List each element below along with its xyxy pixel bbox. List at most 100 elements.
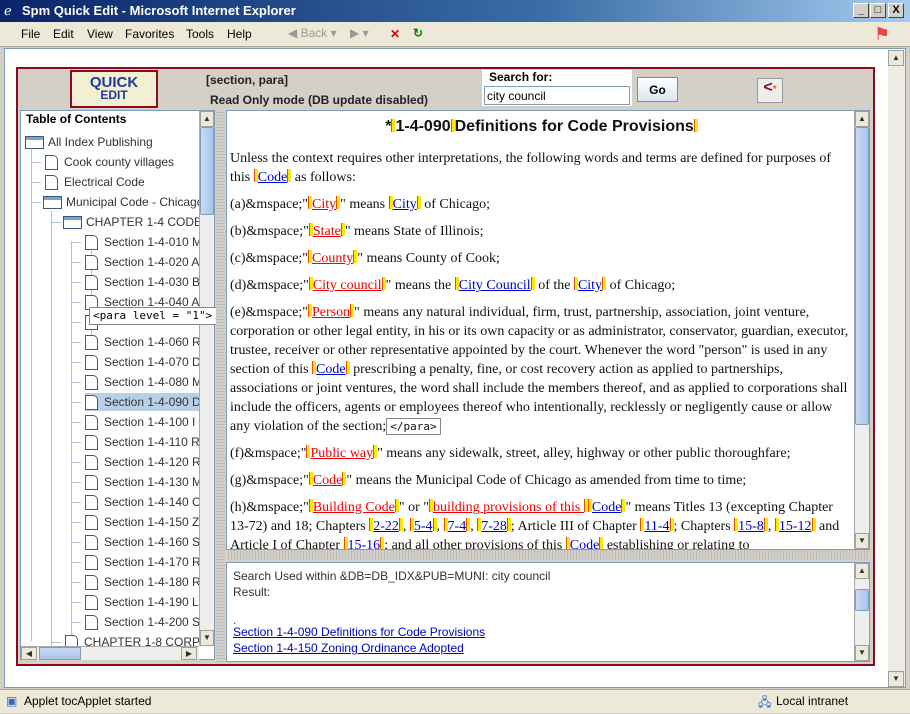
code-reference-link[interactable]: 7-28 (481, 519, 507, 534)
toc-item[interactable]: Section 1-4-030 B (85, 273, 199, 291)
scroll-thumb[interactable] (200, 127, 214, 215)
refresh-icon[interactable]: ↻ (413, 26, 423, 40)
toc-item[interactable]: Section 1-4-020 A (85, 253, 199, 271)
scroll-up-icon[interactable]: ▲ (888, 50, 904, 66)
code-reference-link[interactable]: City Council (459, 278, 531, 293)
toc-item-label: Section 1-4-120 R (104, 455, 199, 469)
scroll-thumb[interactable] (855, 127, 869, 425)
toc-item[interactable]: Section 1-4-110 R (85, 433, 199, 451)
scroll-left-icon[interactable]: ◀ (21, 647, 37, 660)
menu-tools[interactable]: Tools (186, 27, 214, 41)
scroll-down-icon[interactable]: ▼ (200, 630, 214, 646)
toc-item[interactable]: Section 1-4-070 D (85, 353, 199, 371)
vertical-splitter[interactable] (216, 110, 225, 662)
document-pane[interactable]: * 1-4-090 Definitions for Code Provisions … (226, 110, 870, 550)
return-icon[interactable]: <* (757, 78, 783, 103)
toc-item[interactable]: Section 1-4-120 R (85, 453, 199, 471)
code-reference-link[interactable]: Code (258, 170, 288, 185)
forward-button[interactable]: ▶ ▾ (350, 26, 369, 40)
document-icon (45, 155, 58, 171)
code-reference-link[interactable]: Code (592, 500, 622, 515)
scroll-right-icon[interactable]: ▶ (181, 647, 197, 660)
scroll-up-icon[interactable]: ▲ (855, 111, 869, 127)
toc-item-label: Section 1-4-110 R (104, 435, 199, 449)
toc-item-label: Section 1-4-200 S (104, 615, 199, 629)
menu-favorites[interactable]: Favorites (125, 27, 174, 41)
menu-view[interactable]: View (87, 27, 113, 41)
horizontal-splitter[interactable] (226, 550, 870, 560)
scroll-down-icon[interactable]: ▼ (855, 645, 869, 661)
document-icon (85, 435, 98, 451)
code-reference-link[interactable]: 7-4 (448, 519, 467, 534)
section-heading: Definitions for Code Provisions (454, 118, 694, 135)
toc-item[interactable]: Section 1-4-130 M (85, 473, 199, 491)
scroll-thumb[interactable] (39, 647, 81, 660)
defined-term: City council (312, 278, 382, 293)
document-icon (85, 355, 98, 371)
toc-item-label: Section 1-4-080 M (104, 375, 199, 389)
text: (c)&mspace;" (230, 251, 309, 266)
code-reference-link[interactable]: 2-22 (373, 519, 399, 534)
result-link[interactable]: Section 1-4-090 Definitions for Code Pro… (233, 624, 863, 640)
toc-title: Table of Contents (24, 112, 129, 126)
code-reference-link[interactable]: City (393, 197, 417, 212)
code-reference-link[interactable]: 15-12 (779, 519, 812, 534)
text: " means (340, 197, 389, 212)
toc-item[interactable]: CHAPTER 1-8 CORP (65, 633, 199, 646)
code-reference-link[interactable]: City (578, 278, 602, 293)
scroll-up-icon[interactable]: ▲ (200, 111, 214, 127)
toc-horizontal-scrollbar[interactable]: ◀ ▶ (21, 646, 199, 660)
toc-tree: All Index Publishing Cook county villages… (21, 111, 199, 646)
toc-item[interactable]: Section 1-4-200 S (85, 613, 199, 631)
stop-icon[interactable]: ✕ (390, 27, 400, 41)
toc-item[interactable]: Section 1-4-090 D (85, 393, 199, 411)
toc-item[interactable]: Municipal Code - Chicago (43, 193, 199, 211)
menu-help[interactable]: Help (227, 27, 252, 41)
toc-item[interactable]: CHAPTER 1-4 CODE (63, 213, 199, 231)
toc-vertical-scrollbar[interactable]: ▲ ▼ (199, 111, 214, 646)
defined-term: Building Code (312, 500, 395, 515)
back-button[interactable]: ◀ Back ▾ (288, 26, 337, 40)
toc-item[interactable]: Section 1-4-010 M (85, 233, 199, 251)
minimize-button[interactable]: _ (853, 3, 869, 18)
definition-paragraph: (h)&mspace;" Building Code " or " building … (230, 498, 853, 549)
toc-item-label: CHAPTER 1-8 CORP (84, 635, 199, 646)
menu-edit[interactable]: Edit (53, 27, 74, 41)
toc-item[interactable]: Section 1-4-150 Z (85, 513, 199, 531)
code-reference-link[interactable]: 11-4 (644, 519, 669, 534)
go-button[interactable]: Go (637, 77, 678, 102)
search-input[interactable] (484, 86, 630, 105)
document-icon (85, 395, 98, 411)
text: (f)&mspace;" (230, 446, 307, 461)
section-number: 1-4-090 (395, 118, 451, 135)
maximize-button[interactable]: □ (870, 3, 886, 18)
toc-item[interactable]: Section 1-4-190 L (85, 593, 199, 611)
text: (g)&mspace;" (230, 473, 309, 488)
code-reference-link[interactable]: Code (570, 538, 600, 549)
code-reference-link[interactable]: Code (316, 362, 346, 377)
page-scrollbar[interactable]: ▲ ▼ (888, 50, 905, 687)
end-para-tag: </para> (386, 418, 441, 435)
toc-item[interactable]: Electrical Code (45, 173, 145, 191)
scroll-up-icon[interactable]: ▲ (855, 563, 869, 579)
toc-item[interactable]: Section 1-4-180 R (85, 573, 199, 591)
result-link[interactable]: Section 1-4-150 Zoning Ordinance Adopted (233, 640, 863, 656)
menu-file[interactable]: File (21, 27, 40, 41)
toc-item[interactable]: Section 1-4-060 R (85, 333, 199, 351)
toc-item[interactable]: Section 1-4-100 I (85, 413, 195, 431)
scroll-down-icon[interactable]: ▼ (888, 671, 904, 687)
toc-item[interactable]: Section 1-4-140 C (85, 493, 199, 511)
toc-item[interactable]: Section 1-4-080 M (85, 373, 199, 391)
scroll-down-icon[interactable]: ▼ (855, 533, 869, 549)
toc-item[interactable]: All Index Publishing (25, 133, 153, 151)
toc-item[interactable]: Section 1-4-170 R (85, 553, 199, 571)
close-button[interactable]: X (888, 3, 904, 18)
results-scrollbar[interactable]: ▲ ▼ (854, 563, 869, 661)
code-reference-link[interactable]: 15-16 (348, 538, 381, 549)
document-scrollbar[interactable]: ▲ ▼ (854, 111, 869, 549)
code-reference-link[interactable]: 5-4 (414, 519, 433, 534)
scroll-thumb[interactable] (855, 589, 869, 611)
code-reference-link[interactable]: 15-8 (738, 519, 764, 534)
toc-item[interactable]: Cook county villages (45, 153, 174, 171)
toc-item[interactable]: Section 1-4-160 S (85, 533, 199, 551)
